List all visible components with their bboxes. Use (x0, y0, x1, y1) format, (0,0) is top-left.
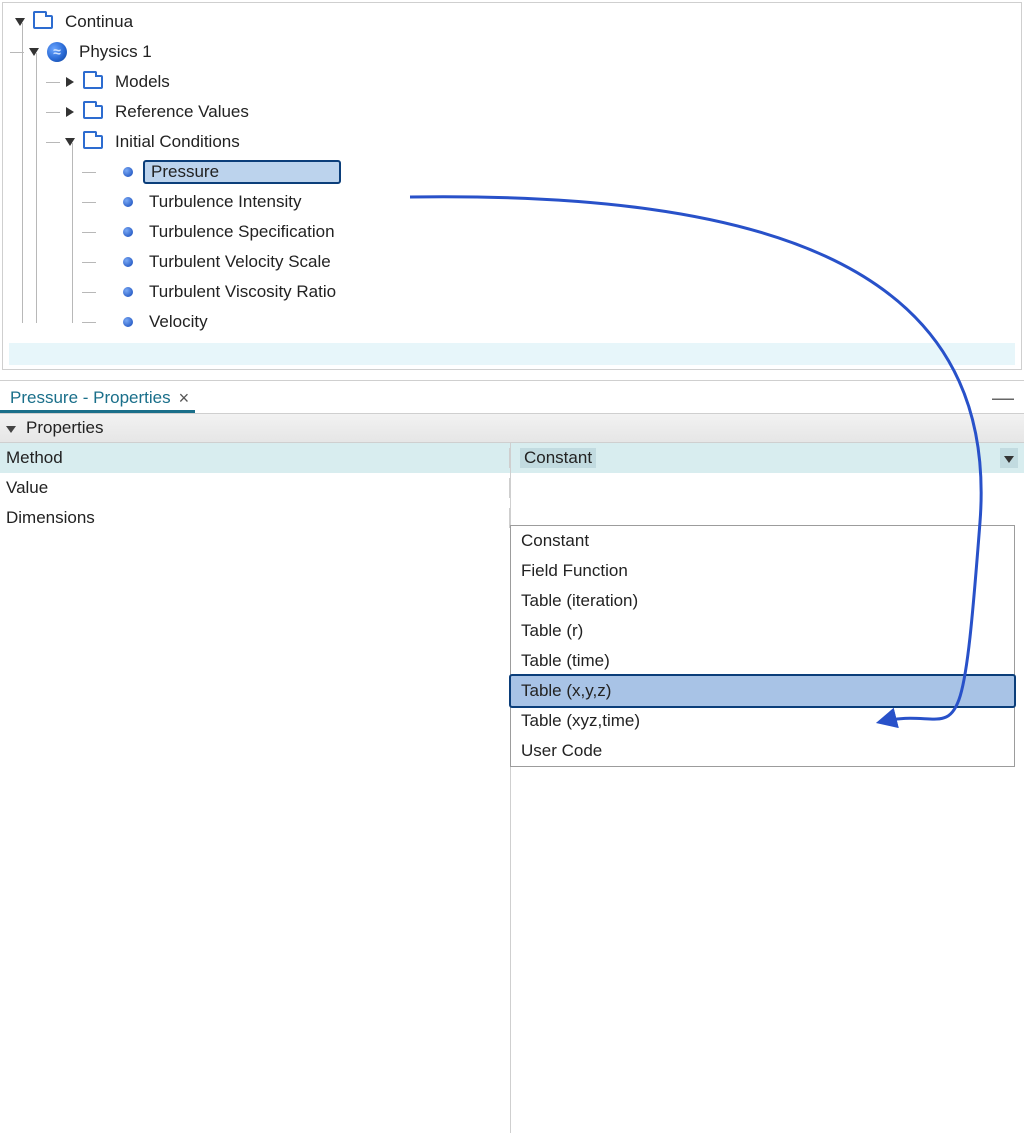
property-key-method: Method (0, 448, 510, 468)
tree-label: Physics 1 (73, 42, 152, 62)
property-row-value: Value (0, 473, 1024, 503)
tree-item-velocity[interactable]: Velocity (99, 307, 1019, 337)
dropdown-arrow-icon[interactable] (1000, 448, 1018, 468)
folder-icon (33, 15, 53, 29)
dropdown-item-table-xyz-time[interactable]: Table (xyz,time) (511, 706, 1014, 736)
expand-toggle-icon[interactable] (63, 75, 77, 89)
tree-label: Turbulence Specification (143, 222, 335, 242)
tree-root: Continua Physics 1 (5, 5, 1019, 339)
tree-item-models[interactable]: Models (63, 67, 1019, 97)
dropdown-item-field-function[interactable]: Field Function (511, 556, 1014, 586)
tree-item-pressure[interactable]: Pressure (99, 157, 1019, 187)
property-node-icon (123, 287, 133, 297)
tree-item-turbulence-intensity[interactable]: Turbulence Intensity (99, 187, 1019, 217)
expand-toggle-icon[interactable] (27, 45, 41, 59)
simulation-tree-panel: Continua Physics 1 (2, 2, 1022, 370)
section-title: Properties (26, 418, 103, 438)
tab-title: Pressure - Properties (10, 388, 171, 408)
dropdown-item-user-code[interactable]: User Code (511, 736, 1014, 766)
tree-item-turbulence-specification[interactable]: Turbulence Specification (99, 217, 1019, 247)
tree-label: Models (109, 72, 170, 92)
method-dropdown-list: Constant Field Function Table (iteration… (510, 525, 1015, 767)
tree-label: Turbulent Velocity Scale (143, 252, 331, 272)
dropdown-item-table-iteration[interactable]: Table (iteration) (511, 586, 1014, 616)
properties-section-header[interactable]: Properties (0, 413, 1024, 443)
dropdown-item-table-time[interactable]: Table (time) (511, 646, 1014, 676)
property-node-icon (123, 317, 133, 327)
folder-icon (83, 105, 103, 119)
tree-footer-strip (9, 343, 1015, 365)
dropdown-item-table-r[interactable]: Table (r) (511, 616, 1014, 646)
dropdown-item-table-xyz[interactable]: Table (x,y,z) (509, 674, 1016, 708)
tree-label: Velocity (143, 312, 208, 332)
tree-item-turbulent-viscosity-ratio[interactable]: Turbulent Viscosity Ratio (99, 277, 1019, 307)
physics-continuum-icon (47, 42, 67, 62)
tree-label: Pressure (143, 160, 341, 184)
property-key-dimensions: Dimensions (0, 508, 510, 528)
expand-toggle-icon[interactable] (63, 105, 77, 119)
properties-tabbar: Pressure - Properties × — (0, 381, 1024, 413)
tree-label: Turbulent Viscosity Ratio (143, 282, 336, 302)
minimize-icon[interactable]: — (992, 385, 1014, 411)
property-node-icon (123, 257, 133, 267)
property-row-method: Method Constant (0, 443, 1024, 473)
tab-pressure-properties[interactable]: Pressure - Properties × (0, 386, 195, 413)
property-node-icon (123, 227, 133, 237)
chevron-down-icon (6, 418, 20, 438)
tree-label: Continua (59, 12, 133, 32)
method-current-value: Constant (520, 448, 596, 468)
expand-toggle-icon[interactable] (13, 15, 27, 29)
property-node-icon (123, 167, 133, 177)
property-value-method[interactable]: Constant (510, 448, 1024, 468)
tree-label: Initial Conditions (109, 132, 240, 152)
dropdown-item-constant[interactable]: Constant (511, 526, 1014, 556)
tree-label: Turbulence Intensity (143, 192, 301, 212)
tree-item-turbulent-velocity-scale[interactable]: Turbulent Velocity Scale (99, 247, 1019, 277)
property-key-value: Value (0, 478, 510, 498)
folder-icon (83, 75, 103, 89)
folder-icon (83, 135, 103, 149)
tree-item-physics[interactable]: Physics 1 (27, 37, 1019, 67)
tree-label: Reference Values (109, 102, 249, 122)
tree-item-continua[interactable]: Continua (13, 7, 1019, 37)
tree-item-initial-conditions[interactable]: Initial Conditions (63, 127, 1019, 157)
close-icon[interactable]: × (179, 389, 190, 407)
property-node-icon (123, 197, 133, 207)
initial-conditions-children: Pressure Turbulence Intensity (73, 157, 1019, 337)
expand-toggle-icon[interactable] (63, 135, 77, 149)
tree-item-reference-values[interactable]: Reference Values (63, 97, 1019, 127)
